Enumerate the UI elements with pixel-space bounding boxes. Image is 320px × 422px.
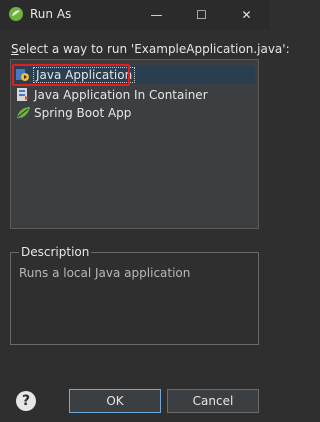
- help-button[interactable]: ?: [16, 391, 36, 411]
- maximize-icon: ☐: [196, 8, 207, 22]
- close-button[interactable]: ✕: [224, 0, 269, 30]
- maximize-button[interactable]: ☐: [179, 0, 224, 30]
- help-icon: ?: [21, 393, 31, 409]
- minimize-icon: —: [150, 8, 163, 22]
- list-item-spring-boot-app[interactable]: Spring Boot App: [15, 104, 255, 122]
- list-item-label: Java Application In Container: [34, 88, 208, 102]
- java-container-icon: [17, 88, 29, 101]
- list-item-java-application-in-container[interactable]: Java Application In Container: [15, 86, 255, 104]
- description-text: Runs a local Java application: [19, 266, 191, 280]
- launcher-list[interactable]: Java Application Java Application In Con…: [10, 59, 259, 229]
- prompt-text: elect a way to run 'ExampleApplication.j…: [18, 42, 290, 56]
- description-title: Description: [19, 245, 92, 259]
- prompt-mnemonic: S: [11, 42, 19, 56]
- java-application-icon: [16, 69, 29, 81]
- spring-boot-icon: [17, 107, 30, 119]
- list-item-java-application[interactable]: Java Application: [15, 66, 255, 84]
- spring-tools-icon: [9, 7, 23, 21]
- description-group: Description Runs a local Java applicatio…: [10, 245, 259, 345]
- ok-button[interactable]: OK: [69, 389, 161, 413]
- minimize-button[interactable]: —: [134, 0, 179, 30]
- close-icon: ✕: [241, 8, 252, 22]
- title-bar: Run As — ☐ ✕: [0, 0, 269, 30]
- list-item-label: Spring Boot App: [34, 106, 132, 120]
- run-prompt-label: Select a way to run 'ExampleApplication.…: [11, 42, 290, 56]
- cancel-button[interactable]: Cancel: [167, 389, 259, 413]
- window-title: Run As: [30, 7, 72, 21]
- list-item-label: Java Application: [32, 67, 136, 83]
